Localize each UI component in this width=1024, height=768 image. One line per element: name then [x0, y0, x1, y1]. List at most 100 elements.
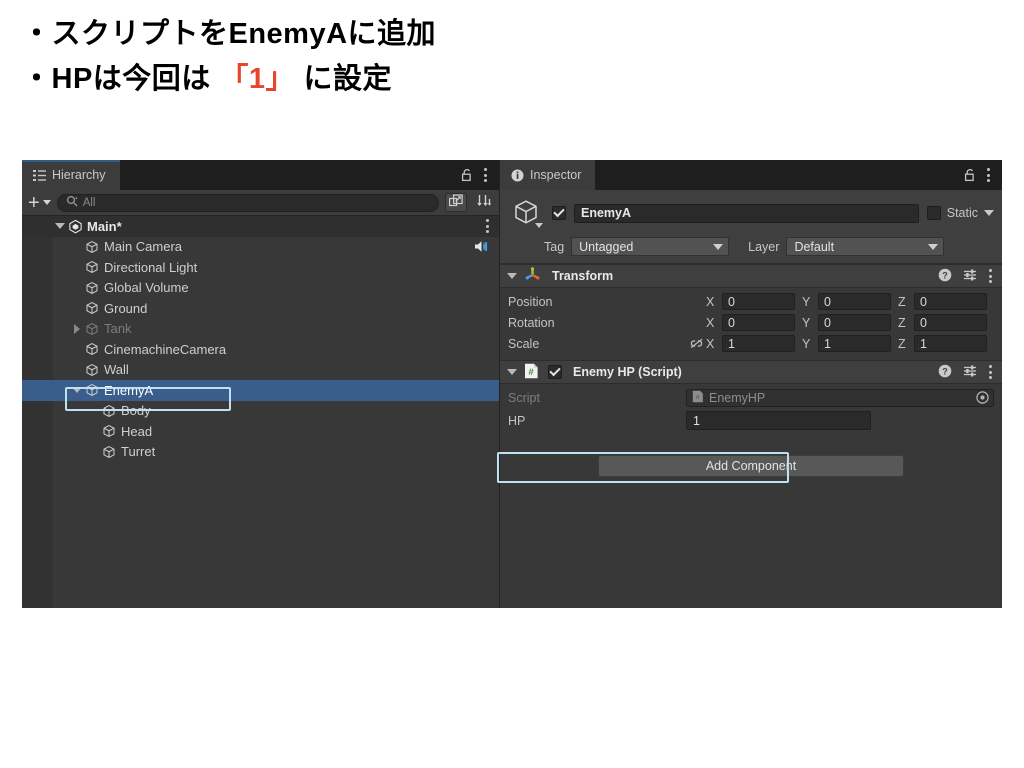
hierarchy-row-label: Body [121, 403, 151, 419]
foldout-collapsed-icon[interactable] [70, 323, 83, 334]
inspector-tabbar: Inspector [500, 160, 1002, 190]
hierarchy-row-cinemachinecamera[interactable]: CinemachineCamera [22, 339, 499, 360]
hierarchy-row-label: CinemachineCamera [104, 341, 227, 357]
transform-rotation-y-input[interactable]: 0 [818, 314, 891, 331]
enemyhp-help-icon[interactable]: ? [938, 364, 952, 381]
sort-button[interactable] [473, 193, 495, 212]
search-icon [66, 195, 78, 210]
tag-label: Tag [544, 239, 565, 254]
static-dropdown-caret-icon[interactable] [984, 210, 994, 216]
scale-link-icon[interactable] [686, 338, 706, 349]
hierarchy-row-enemya[interactable]: EnemyA [22, 380, 499, 401]
enemyhp-foldout-icon[interactable] [507, 369, 517, 375]
hierarchy-row-ground[interactable]: Ground [22, 298, 499, 319]
transform-rotation-label: Rotation [508, 315, 555, 330]
axis-label-x: X [706, 315, 715, 330]
tag-dropdown[interactable]: Untagged [571, 237, 730, 256]
hierarchy-row-body[interactable]: Body [22, 401, 499, 422]
add-component-button[interactable]: Add Component [598, 455, 904, 477]
layer-value: Default [794, 239, 835, 254]
transform-position-y-input[interactable]: 0 [818, 293, 891, 310]
transform-component-header[interactable]: Transform ? [500, 264, 1002, 288]
transform-scale-y-input[interactable]: 1 [818, 335, 891, 352]
inspector-kebab-menu-icon[interactable] [987, 168, 990, 183]
hierarchy-panel: Hierarchy + All Main* Main Camera Direct… [22, 160, 500, 608]
inspector-lock-open-icon[interactable] [964, 168, 976, 182]
script-value: EnemyHP [709, 390, 766, 405]
transform-scale-x-input[interactable]: 1 [722, 335, 795, 352]
transform-row-position: Position X 0 Y 0 Z 0 [508, 291, 994, 312]
enemyhp-enabled-checkbox[interactable] [548, 365, 562, 379]
transform-kebab-menu-icon[interactable] [989, 269, 992, 284]
layer-dropdown[interactable]: Default [786, 237, 945, 256]
hp-input[interactable]: 1 [686, 411, 871, 430]
hierarchy-row-global-volume[interactable]: Global Volume [22, 278, 499, 299]
transform-row-scale: Scale X 1 Y 1 Z 1 [508, 333, 994, 354]
gameobject-icon-button[interactable] [508, 196, 544, 230]
object-picker-icon[interactable] [976, 391, 989, 404]
static-checkbox[interactable] [926, 206, 941, 220]
transform-position-x-input[interactable]: 0 [722, 293, 795, 310]
foldout-expanded-icon[interactable] [53, 223, 66, 230]
bullet-2-pre: ・HPは今回は [22, 62, 220, 95]
transform-properties: Position X 0 Y 0 Z 0 Rotation X 0 Y 0 Z 0 Scale X 1 Y 1 Z 1 [500, 288, 1002, 360]
expand-search-button[interactable] [445, 193, 467, 212]
axis-label-y: Y [802, 315, 811, 330]
tab-hierarchy[interactable]: Hierarchy [22, 160, 120, 190]
gameobject-icon [83, 342, 101, 356]
unity-editor-window: Hierarchy + All Main* Main Camera Direct… [22, 160, 1002, 608]
axis-label-z: Z [898, 294, 906, 309]
hierarchy-tab-tools [461, 160, 499, 190]
hierarchy-tree[interactable]: Main* Main Camera Directional Light Global … [22, 216, 499, 608]
gameobject-name-input[interactable]: EnemyA [574, 203, 919, 223]
hierarchy-row-wall[interactable]: Wall [22, 360, 499, 381]
gameobject-icon [100, 424, 118, 438]
enemyhp-kebab-menu-icon[interactable] [989, 365, 992, 380]
preset-icon[interactable] [963, 268, 978, 285]
hierarchy-row-label: Tank [104, 321, 132, 337]
transform-scale-z-input[interactable]: 1 [914, 335, 987, 352]
audio-listener-icon [474, 240, 499, 253]
transform-rotation-z-input[interactable]: 0 [914, 314, 987, 331]
hierarchy-row-tank[interactable]: Tank [22, 319, 499, 340]
hierarchy-row-directional-light[interactable]: Directional Light [22, 257, 499, 278]
transform-foldout-icon[interactable] [507, 273, 517, 279]
gameobject-icon [100, 404, 118, 418]
gameobject-name-value: EnemyA [581, 206, 632, 220]
hierarchy-row-label: Main* [87, 218, 122, 234]
hierarchy-row-label: Directional Light [104, 259, 198, 275]
hierarchy-row-head[interactable]: Head [22, 421, 499, 442]
transform-position-z-input[interactable]: 0 [914, 293, 987, 310]
slide-bullet-list: ・スクリプトをEnemyAに追加 ・HPは今回は 「1」 に設定 [22, 12, 1002, 102]
tab-inspector[interactable]: Inspector [500, 160, 596, 190]
gameobject-icon [83, 301, 101, 315]
enemyhp-tools: ? [938, 364, 992, 381]
hp-value: 1 [693, 413, 700, 428]
transform-title: Transform [552, 269, 614, 283]
gameobject-icon [83, 260, 101, 274]
transform-rotation-x-input[interactable]: 0 [722, 314, 795, 331]
foldout-expanded-icon[interactable] [70, 387, 83, 394]
scene-kebab-menu-icon[interactable] [486, 219, 499, 234]
lock-open-icon[interactable] [461, 168, 473, 182]
hierarchy-row-turret[interactable]: Turret [22, 442, 499, 463]
hierarchy-row-label: Ground [104, 300, 148, 316]
transform-rotation-axes: X0Y0Z0 [706, 314, 994, 331]
create-gameobject-button[interactable]: + [28, 191, 51, 214]
gameobject-icon [100, 445, 118, 459]
gameobject-icon [83, 383, 101, 397]
add-component-label: Add Component [705, 459, 797, 473]
gameobject-enabled-checkbox[interactable] [552, 206, 566, 220]
help-icon[interactable]: ? [938, 268, 952, 285]
hierarchy-search-input[interactable]: All [56, 193, 439, 212]
tag-chevron-down-icon [713, 243, 724, 250]
hierarchy-row-main-camera[interactable]: Main Camera [22, 237, 499, 258]
inspector-body: EnemyA Static Tag Untagged Layer Default… [500, 190, 1002, 608]
tag-value: Untagged [579, 239, 634, 254]
enemyhp-preset-icon[interactable] [963, 364, 978, 381]
hierarchy-kebab-menu-icon[interactable] [484, 168, 487, 183]
enemyhp-component-header[interactable]: # Enemy HP (Script) ? [500, 360, 1002, 384]
plus-icon: + [28, 191, 40, 214]
hierarchy-row-main[interactable]: Main* [22, 216, 499, 237]
axis-label-x: X [706, 336, 715, 351]
